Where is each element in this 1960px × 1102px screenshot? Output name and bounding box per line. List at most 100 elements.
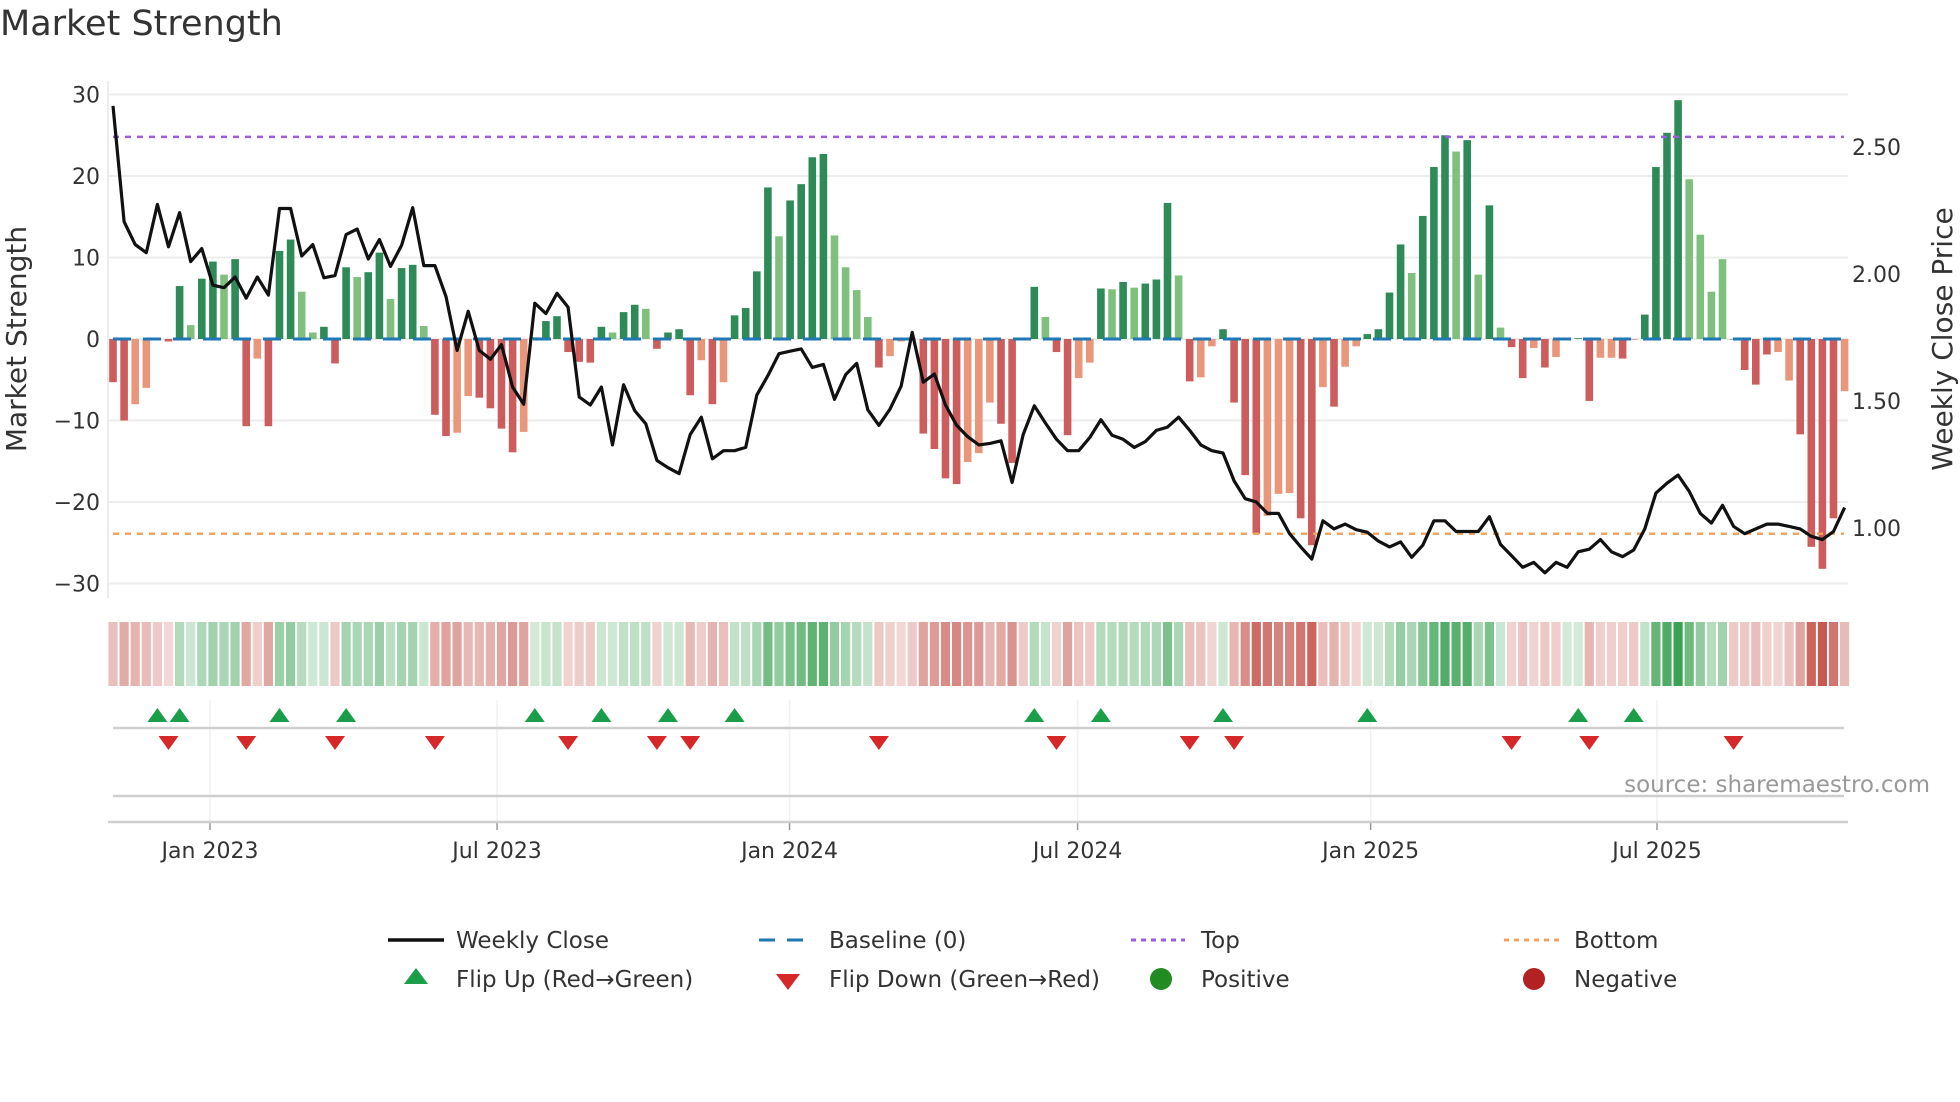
strength-bar [553, 316, 561, 339]
strength-heat-cell [1096, 622, 1106, 686]
flip-down-icon [1179, 736, 1200, 750]
strength-heat-cell [552, 622, 562, 686]
strength-bar [1707, 291, 1716, 339]
strength-heat-cell [308, 622, 318, 686]
strength-bar [1641, 314, 1649, 339]
strength-bar [397, 268, 406, 339]
x-tick-label: Jul 2023 [450, 839, 542, 864]
strength-bar [797, 184, 805, 339]
strength-heat-cell [1784, 622, 1794, 686]
strength-heat-cell [1285, 622, 1295, 686]
strength-bar [464, 339, 472, 397]
strength-bar [198, 278, 206, 339]
y2-tick-label: 1.00 [1852, 517, 1901, 542]
strength-bar [442, 339, 450, 436]
strength-bar [1629, 339, 1638, 340]
strength-bar [886, 339, 894, 357]
strength-heat-cell [674, 622, 684, 686]
strength-heat-cell [1495, 622, 1506, 686]
strength-bar [1774, 339, 1782, 353]
y-tick-label: −10 [54, 410, 100, 435]
strength-bar [1685, 179, 1693, 339]
flip-down-icon [424, 736, 445, 750]
strength-bar [1230, 339, 1238, 403]
strength-bar [963, 339, 972, 463]
strength-heat-cell [1484, 622, 1494, 686]
strength-bar [1319, 339, 1327, 388]
strength-heat-cell [230, 622, 240, 686]
strength-heat-cell [1162, 622, 1173, 686]
flip-up-icon [1623, 708, 1644, 722]
strength-heat-cell [1562, 622, 1572, 686]
legend-negative-icon [1523, 968, 1545, 990]
strength-bar [1263, 339, 1272, 516]
y-axis-label: Market Strength [0, 226, 33, 452]
strength-heat-cell [652, 622, 662, 686]
strength-bar [1441, 135, 1449, 339]
strength-bar [1052, 339, 1061, 353]
strength-bar [586, 339, 595, 363]
strength-bar [264, 339, 273, 427]
strength-heat-cell [219, 622, 229, 686]
flip-up-icon [724, 708, 745, 722]
strength-bar [975, 339, 983, 454]
legend-positive: Positive [1201, 967, 1290, 993]
strength-bar [1041, 316, 1050, 339]
strength-heat-cell [1396, 622, 1406, 686]
strength-heat-cell [1318, 622, 1328, 686]
strength-heat-cell [1118, 622, 1128, 686]
x-tick-label: Jan 2024 [739, 839, 838, 864]
strength-bar [1008, 339, 1016, 463]
strength-bar [1296, 339, 1305, 519]
strength-bar [175, 286, 184, 339]
strength-bar [120, 339, 128, 421]
strength-bar [1696, 234, 1705, 339]
flip-up-icon [147, 708, 168, 722]
strength-bar [997, 339, 1005, 424]
strength-heat-cell [1140, 622, 1150, 686]
strength-heat-cell [119, 622, 129, 686]
strength-heat-cell [1040, 622, 1050, 686]
strength-bar [342, 267, 350, 339]
strength-heat-cell [330, 622, 340, 686]
strength-bar [852, 290, 861, 339]
legend-flip-down: Flip Down (Green→Red) [829, 967, 1100, 993]
strength-bar [1396, 244, 1405, 339]
strength-heat-cell [1229, 622, 1239, 686]
strength-bar [142, 339, 151, 388]
strength-bar [242, 339, 250, 427]
strength-heat-cell [263, 622, 273, 686]
strength-bar [719, 339, 728, 383]
strength-bar [1552, 339, 1560, 357]
strength-bar [353, 277, 361, 339]
strength-heat-cell [1418, 622, 1428, 686]
y2-tick-label: 2.00 [1852, 263, 1901, 288]
strength-heat-cell [1373, 622, 1383, 686]
strength-heat-cell [163, 622, 174, 686]
strength-heat-cell [852, 622, 862, 686]
strength-bar [1119, 281, 1127, 339]
strength-bar [486, 339, 495, 409]
strength-bar [1108, 289, 1116, 339]
strength-bar [1152, 279, 1161, 339]
strength-bar [875, 339, 883, 368]
flip-down-icon [1579, 736, 1600, 750]
strength-bar [1163, 202, 1172, 339]
strength-heat-cell [574, 622, 584, 686]
strength-bar [320, 326, 328, 339]
strength-heat-cell [319, 622, 329, 686]
flip-up-icon [524, 708, 545, 722]
strength-heat-cell [1706, 622, 1716, 686]
strength-heat-cell [829, 622, 840, 686]
flip-up-icon [169, 708, 190, 722]
strength-heat-cell [1828, 622, 1839, 686]
strength-bar [1030, 286, 1039, 339]
strength-bar [508, 339, 517, 453]
strength-heat-cell [1007, 622, 1017, 686]
strength-bar [253, 339, 262, 359]
strength-heat-cell [841, 622, 851, 686]
strength-bar [1840, 339, 1849, 392]
strength-heat-cell [785, 622, 795, 686]
strength-heat-cell [408, 622, 418, 686]
strength-bar [331, 339, 339, 364]
